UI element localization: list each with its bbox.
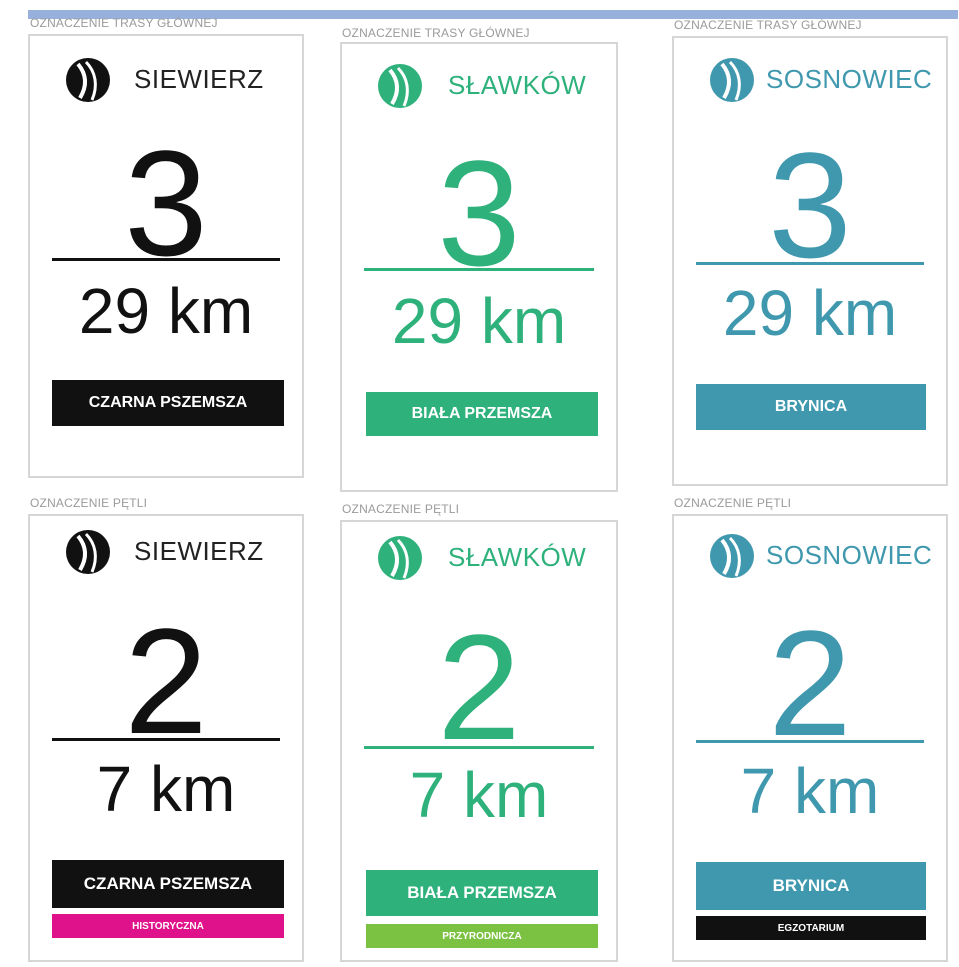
route-number: 3 — [124, 119, 208, 287]
sign-card-sosnowiec-main: SOSNOWIEC 3 29 km BRYNICA — [672, 36, 948, 486]
divider-line — [364, 268, 594, 271]
divider-line — [364, 746, 594, 749]
sign-card-sosnowiec-loop: SOSNOWIEC 2 7 km BRYNICA EGZOTARIUM — [672, 514, 948, 962]
sign-header: SŁAWKÓW — [342, 64, 616, 108]
river-band: CZARNA PSZEMSZA — [52, 380, 284, 426]
sign-card-slawkow-loop: SŁAWKÓW 2 7 km BIAŁA PRZEMSZA PRZYRODNIC… — [340, 520, 618, 962]
caption-loop-3: OZNACZENIE PĘTLI — [674, 496, 792, 510]
route-distance: 7 km — [409, 759, 549, 831]
sign-header: SIEWIERZ — [30, 530, 302, 574]
city-name: SŁAWKÓW — [448, 542, 587, 572]
sign-card-siewierz-loop: SIEWIERZ 2 7 km CZARNA PSZEMSZA HISTORYC… — [28, 514, 304, 962]
city-name: SOSNOWIEC — [766, 64, 933, 94]
leaf-logo-icon — [710, 58, 754, 102]
sign-header: SOSNOWIEC — [674, 58, 946, 102]
city-name: SIEWIERZ — [134, 64, 264, 94]
divider-line — [696, 740, 924, 743]
leaf-logo-icon — [66, 530, 110, 574]
theme-band: PRZYRODNICZA — [366, 924, 598, 948]
river-band: BIAŁA PRZEMSZA — [366, 870, 598, 916]
caption-main-route-1: OZNACZENIE TRASY GŁÓWNEJ — [30, 16, 218, 30]
city-name: SŁAWKÓW — [448, 70, 587, 100]
sign-card-siewierz-main: SIEWIERZ 3 29 km CZARNA PSZEMSZA — [28, 34, 304, 478]
divider-line — [52, 258, 280, 261]
divider-line — [52, 738, 280, 741]
river-band: BRYNICA — [696, 384, 926, 430]
theme-band: HISTORYCZNA — [52, 914, 284, 938]
leaf-logo-icon — [66, 58, 110, 102]
sign-header: SIEWIERZ — [30, 58, 302, 102]
leaf-logo-icon — [378, 536, 422, 580]
leaf-logo-icon — [378, 64, 422, 108]
city-name: SIEWIERZ — [134, 536, 264, 566]
sign-header: SOSNOWIEC — [674, 534, 946, 578]
river-band: BIAŁA PRZEMSZA — [366, 392, 598, 436]
caption-loop-2: OZNACZENIE PĘTLI — [342, 502, 460, 516]
route-distance: 29 km — [391, 285, 567, 357]
river-band: CZARNA PSZEMSZA — [52, 860, 284, 908]
theme-band: EGZOTARIUM — [696, 916, 926, 940]
route-distance: 29 km — [722, 277, 898, 349]
route-distance: 7 km — [96, 753, 236, 825]
caption-loop-1: OZNACZENIE PĘTLI — [30, 496, 148, 510]
route-number: 3 — [437, 129, 521, 297]
sign-card-slawkow-main: SŁAWKÓW 3 29 km BIAŁA PRZEMSZA — [340, 42, 618, 492]
caption-main-route-2: OZNACZENIE TRASY GŁÓWNEJ — [342, 26, 530, 40]
route-number: 2 — [437, 603, 521, 771]
route-distance: 29 km — [78, 275, 254, 347]
route-number: 2 — [124, 597, 208, 765]
route-distance: 7 km — [740, 755, 880, 827]
leaf-logo-icon — [710, 534, 754, 578]
route-number: 2 — [768, 599, 852, 767]
divider-line — [696, 262, 924, 265]
route-number: 3 — [768, 121, 852, 289]
river-band: BRYNICA — [696, 862, 926, 910]
caption-main-route-3: OZNACZENIE TRASY GŁÓWNEJ — [674, 18, 862, 32]
sign-header: SŁAWKÓW — [342, 536, 616, 580]
city-name: SOSNOWIEC — [766, 540, 933, 570]
